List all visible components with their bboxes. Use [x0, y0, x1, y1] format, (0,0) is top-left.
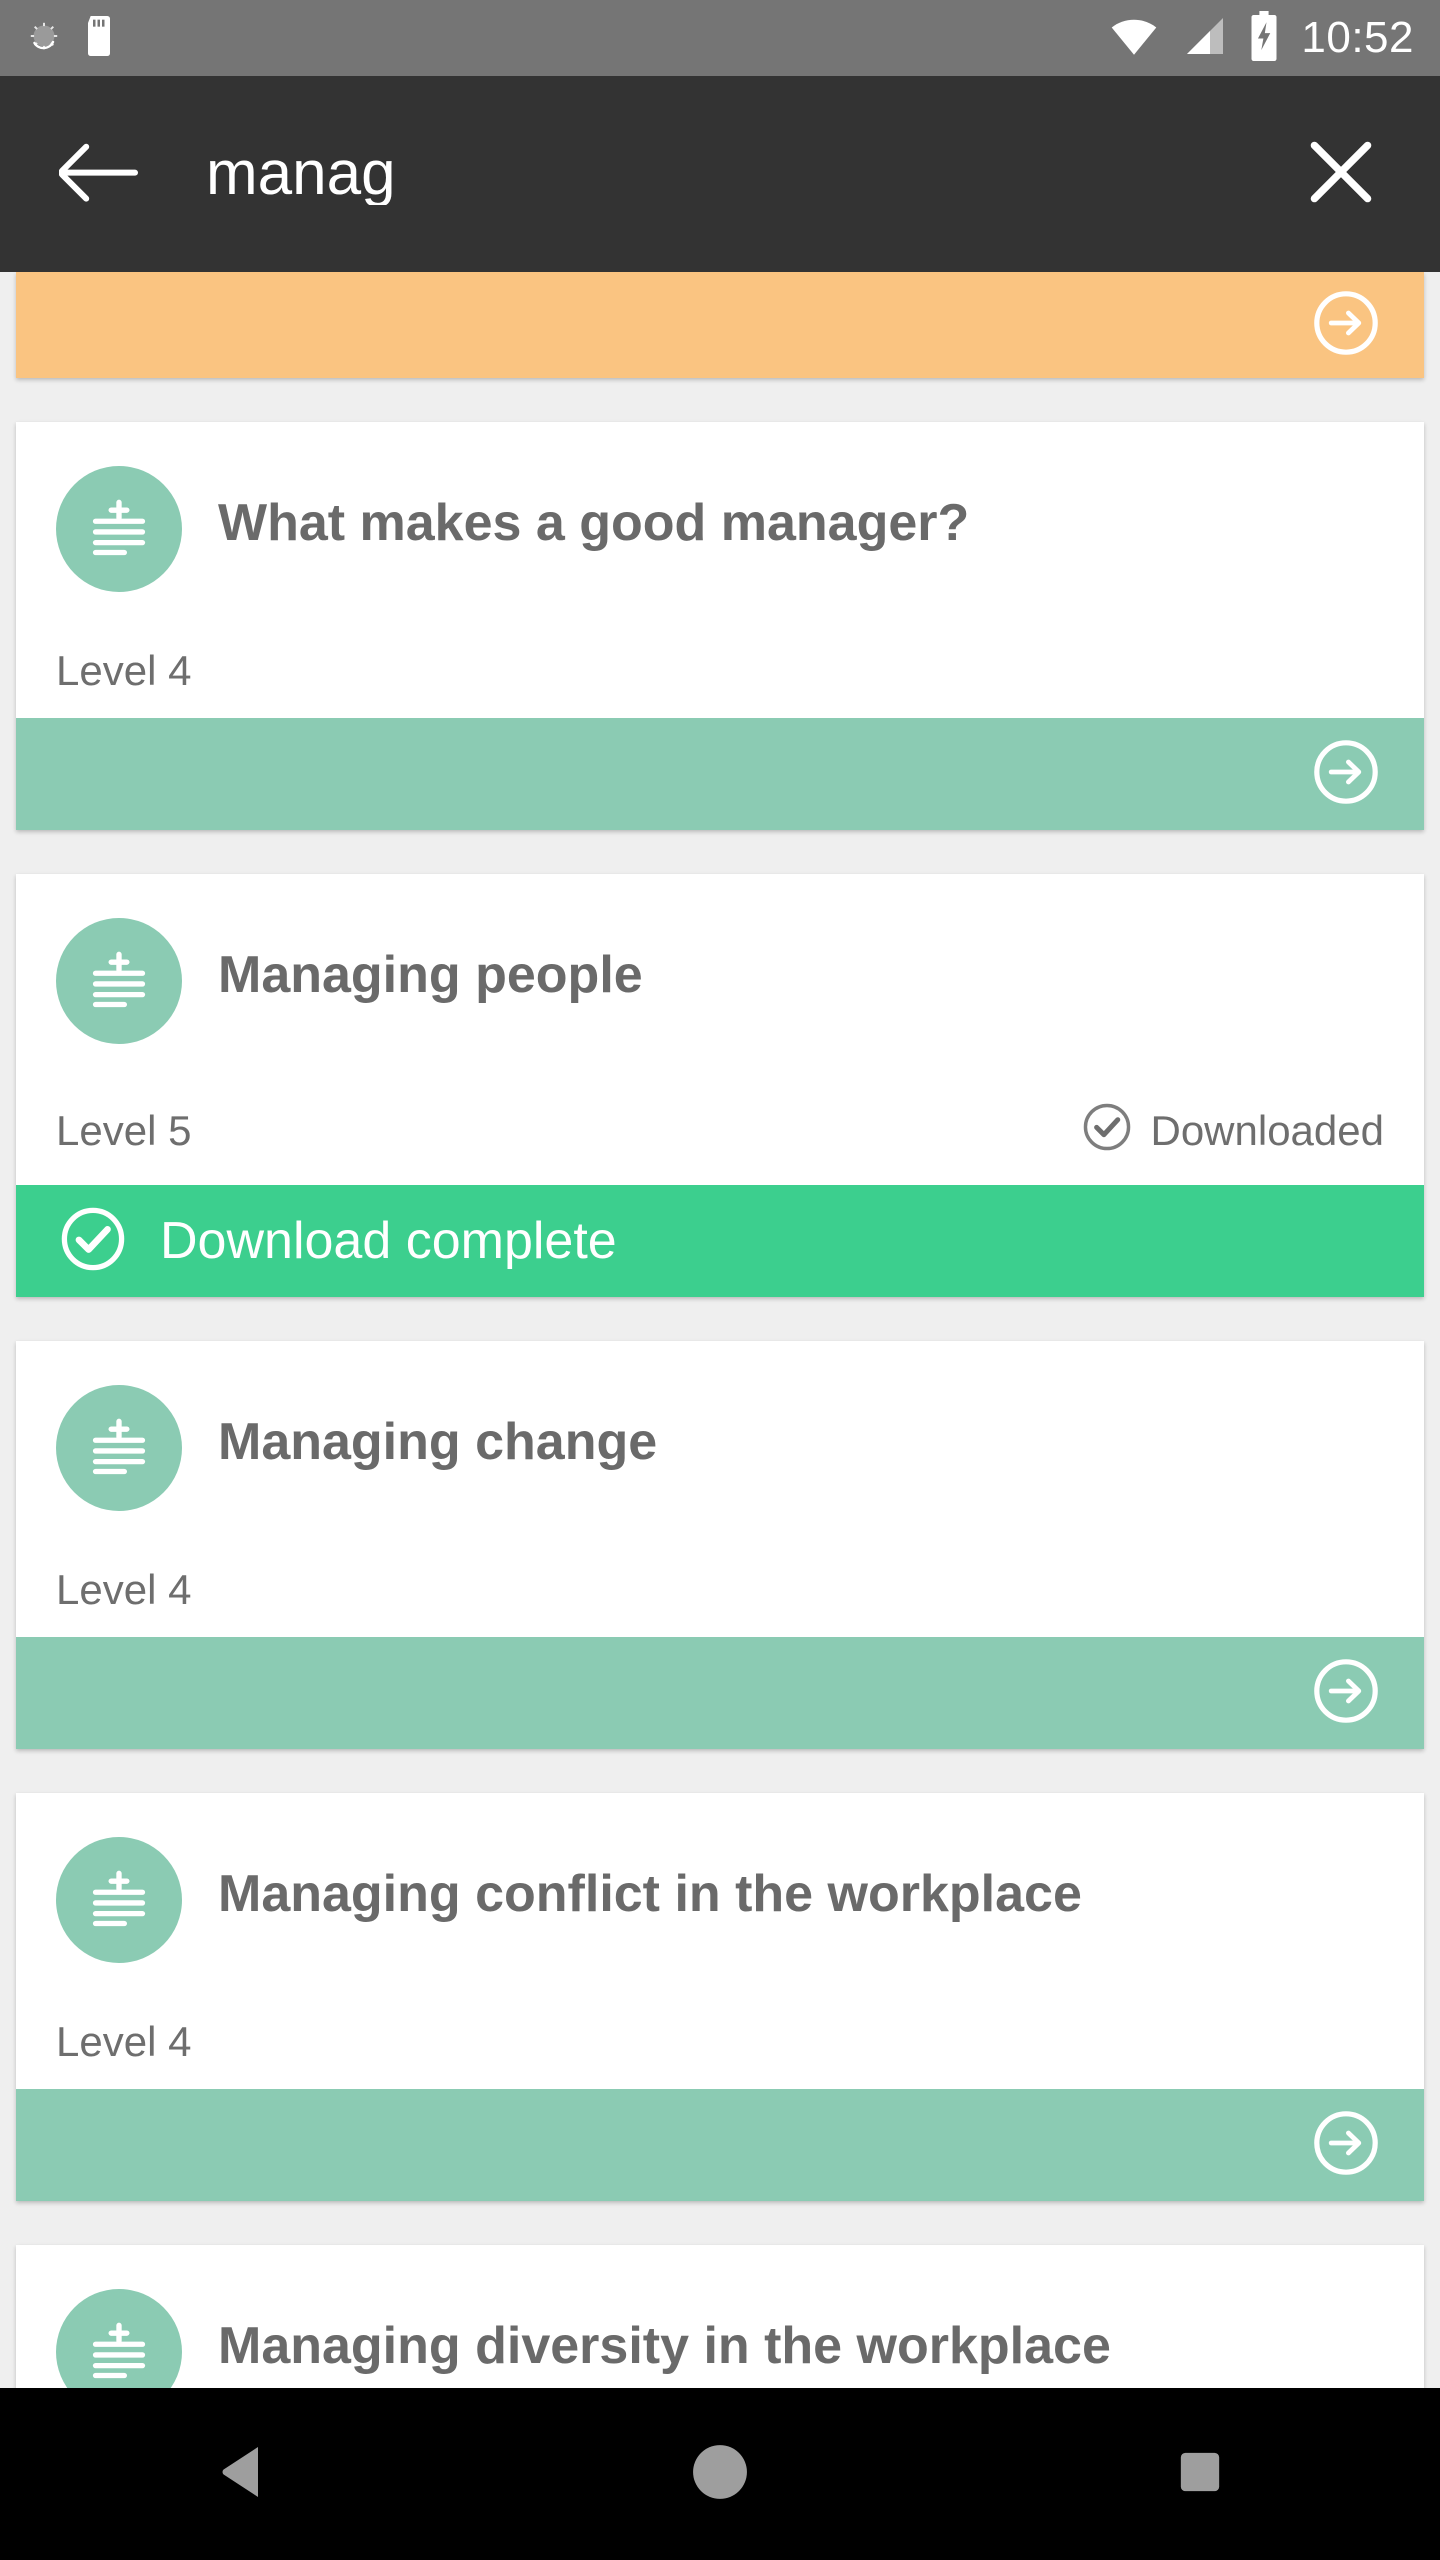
clear-search-button[interactable] — [1298, 131, 1384, 217]
downloaded-label: Downloaded — [1150, 1106, 1384, 1154]
battery-charging-icon — [1247, 10, 1281, 66]
card-title: Managing change — [218, 1413, 658, 1471]
search-input[interactable]: manag — [206, 143, 1298, 205]
card-header: Managing conflict in the workplace — [56, 1837, 1384, 1963]
card-footer-action[interactable] — [16, 1637, 1424, 1749]
list-item[interactable]: Managing diversity in the workplace — [16, 2245, 1424, 2388]
cellular-signal-icon — [1179, 12, 1227, 65]
recents-square-icon — [1177, 2449, 1223, 2500]
card-footer-action[interactable] — [16, 2089, 1424, 2201]
avatar — [56, 466, 182, 592]
playlist-add-icon — [82, 1861, 156, 1940]
home-circle-icon — [691, 2443, 749, 2506]
card-meta: Level 5 Downloaded — [56, 1044, 1384, 1185]
card-body: Managing change Level 4 — [16, 1341, 1424, 1637]
card-body: What makes a good manager? Level 4 — [16, 422, 1424, 718]
card-header: What makes a good manager? — [56, 466, 1384, 592]
arrow-forward-circle-icon[interactable] — [1312, 2109, 1380, 2182]
card-header: Managing diversity in the workplace — [56, 2289, 1384, 2388]
card-header: Managing people — [56, 918, 1384, 1044]
card-footer-download-complete[interactable]: Download complete — [16, 1185, 1424, 1297]
status-bar-right-icons: 10:52 — [1109, 10, 1414, 66]
card-level-label: Level 4 — [56, 2018, 192, 2065]
list-item[interactable]: What makes a good manager? Level 4 — [16, 422, 1424, 830]
card-meta: Level 4 — [56, 592, 1384, 718]
back-button[interactable] — [56, 131, 142, 217]
arrow-forward-circle-icon[interactable] — [1312, 289, 1380, 362]
card-title: What makes a good manager? — [218, 494, 970, 552]
card-meta: Level 4 — [56, 1511, 1384, 1637]
card-title: Managing people — [218, 946, 643, 1004]
close-icon — [1304, 135, 1378, 214]
downloaded-status: Downloaded — [1082, 1102, 1384, 1159]
check-circle-icon — [1082, 1102, 1132, 1159]
avatar — [56, 1385, 182, 1511]
arrow-back-icon — [58, 139, 139, 210]
status-bar-left-icons — [26, 15, 114, 61]
card-title: Managing diversity in the workplace — [218, 2317, 1111, 2375]
android-navigation-bar — [0, 2388, 1440, 2560]
playlist-add-icon — [82, 2313, 156, 2389]
status-bar: 10:52 — [0, 0, 1440, 76]
card-level-label: Level 4 — [56, 647, 192, 694]
back-triangle-icon — [217, 2444, 263, 2505]
card-level-label: Level 5 — [56, 1106, 192, 1154]
card-level-label: Level 4 — [56, 1566, 192, 1613]
list-item[interactable]: Managing conflict in the workplace Level… — [16, 1793, 1424, 2201]
list-item-partial[interactable] — [16, 272, 1424, 378]
avatar — [56, 2289, 182, 2388]
nav-back-button[interactable] — [170, 2404, 310, 2544]
card-body: Managing people Level 5 Downloaded — [16, 874, 1424, 1185]
card-header: Managing change — [56, 1385, 1384, 1511]
arrow-forward-circle-icon[interactable] — [1312, 738, 1380, 811]
phone-screen: 10:52 manag What makes a good manager? L… — [0, 0, 1440, 2560]
avatar — [56, 918, 182, 1044]
sync-icon — [26, 18, 62, 59]
search-results-list[interactable]: What makes a good manager? Level 4 Manag… — [0, 272, 1440, 2388]
download-complete-label: Download complete — [160, 1212, 617, 1270]
card-body: Managing conflict in the workplace Level… — [16, 1793, 1424, 2089]
card-body: Managing diversity in the workplace — [16, 2245, 1424, 2388]
search-app-bar: manag — [0, 76, 1440, 272]
card-footer-action[interactable] — [16, 718, 1424, 830]
playlist-add-icon — [82, 1409, 156, 1488]
list-item[interactable]: Managing people Level 5 Downloaded Downl… — [16, 874, 1424, 1297]
playlist-add-icon — [82, 490, 156, 569]
sd-card-icon — [84, 15, 114, 61]
nav-recents-button[interactable] — [1130, 2404, 1270, 2544]
avatar — [56, 1837, 182, 1963]
status-bar-clock: 10:52 — [1301, 13, 1414, 62]
wifi-icon — [1109, 11, 1159, 66]
card-title: Managing conflict in the workplace — [218, 1865, 1082, 1923]
check-circle-icon — [60, 1206, 126, 1277]
arrow-forward-circle-icon[interactable] — [1312, 1657, 1380, 1730]
list-item[interactable]: Managing change Level 4 — [16, 1341, 1424, 1749]
playlist-add-icon — [82, 942, 156, 1021]
nav-home-button[interactable] — [650, 2404, 790, 2544]
card-footer-orange[interactable] — [16, 272, 1424, 378]
card-meta: Level 4 — [56, 1963, 1384, 2089]
